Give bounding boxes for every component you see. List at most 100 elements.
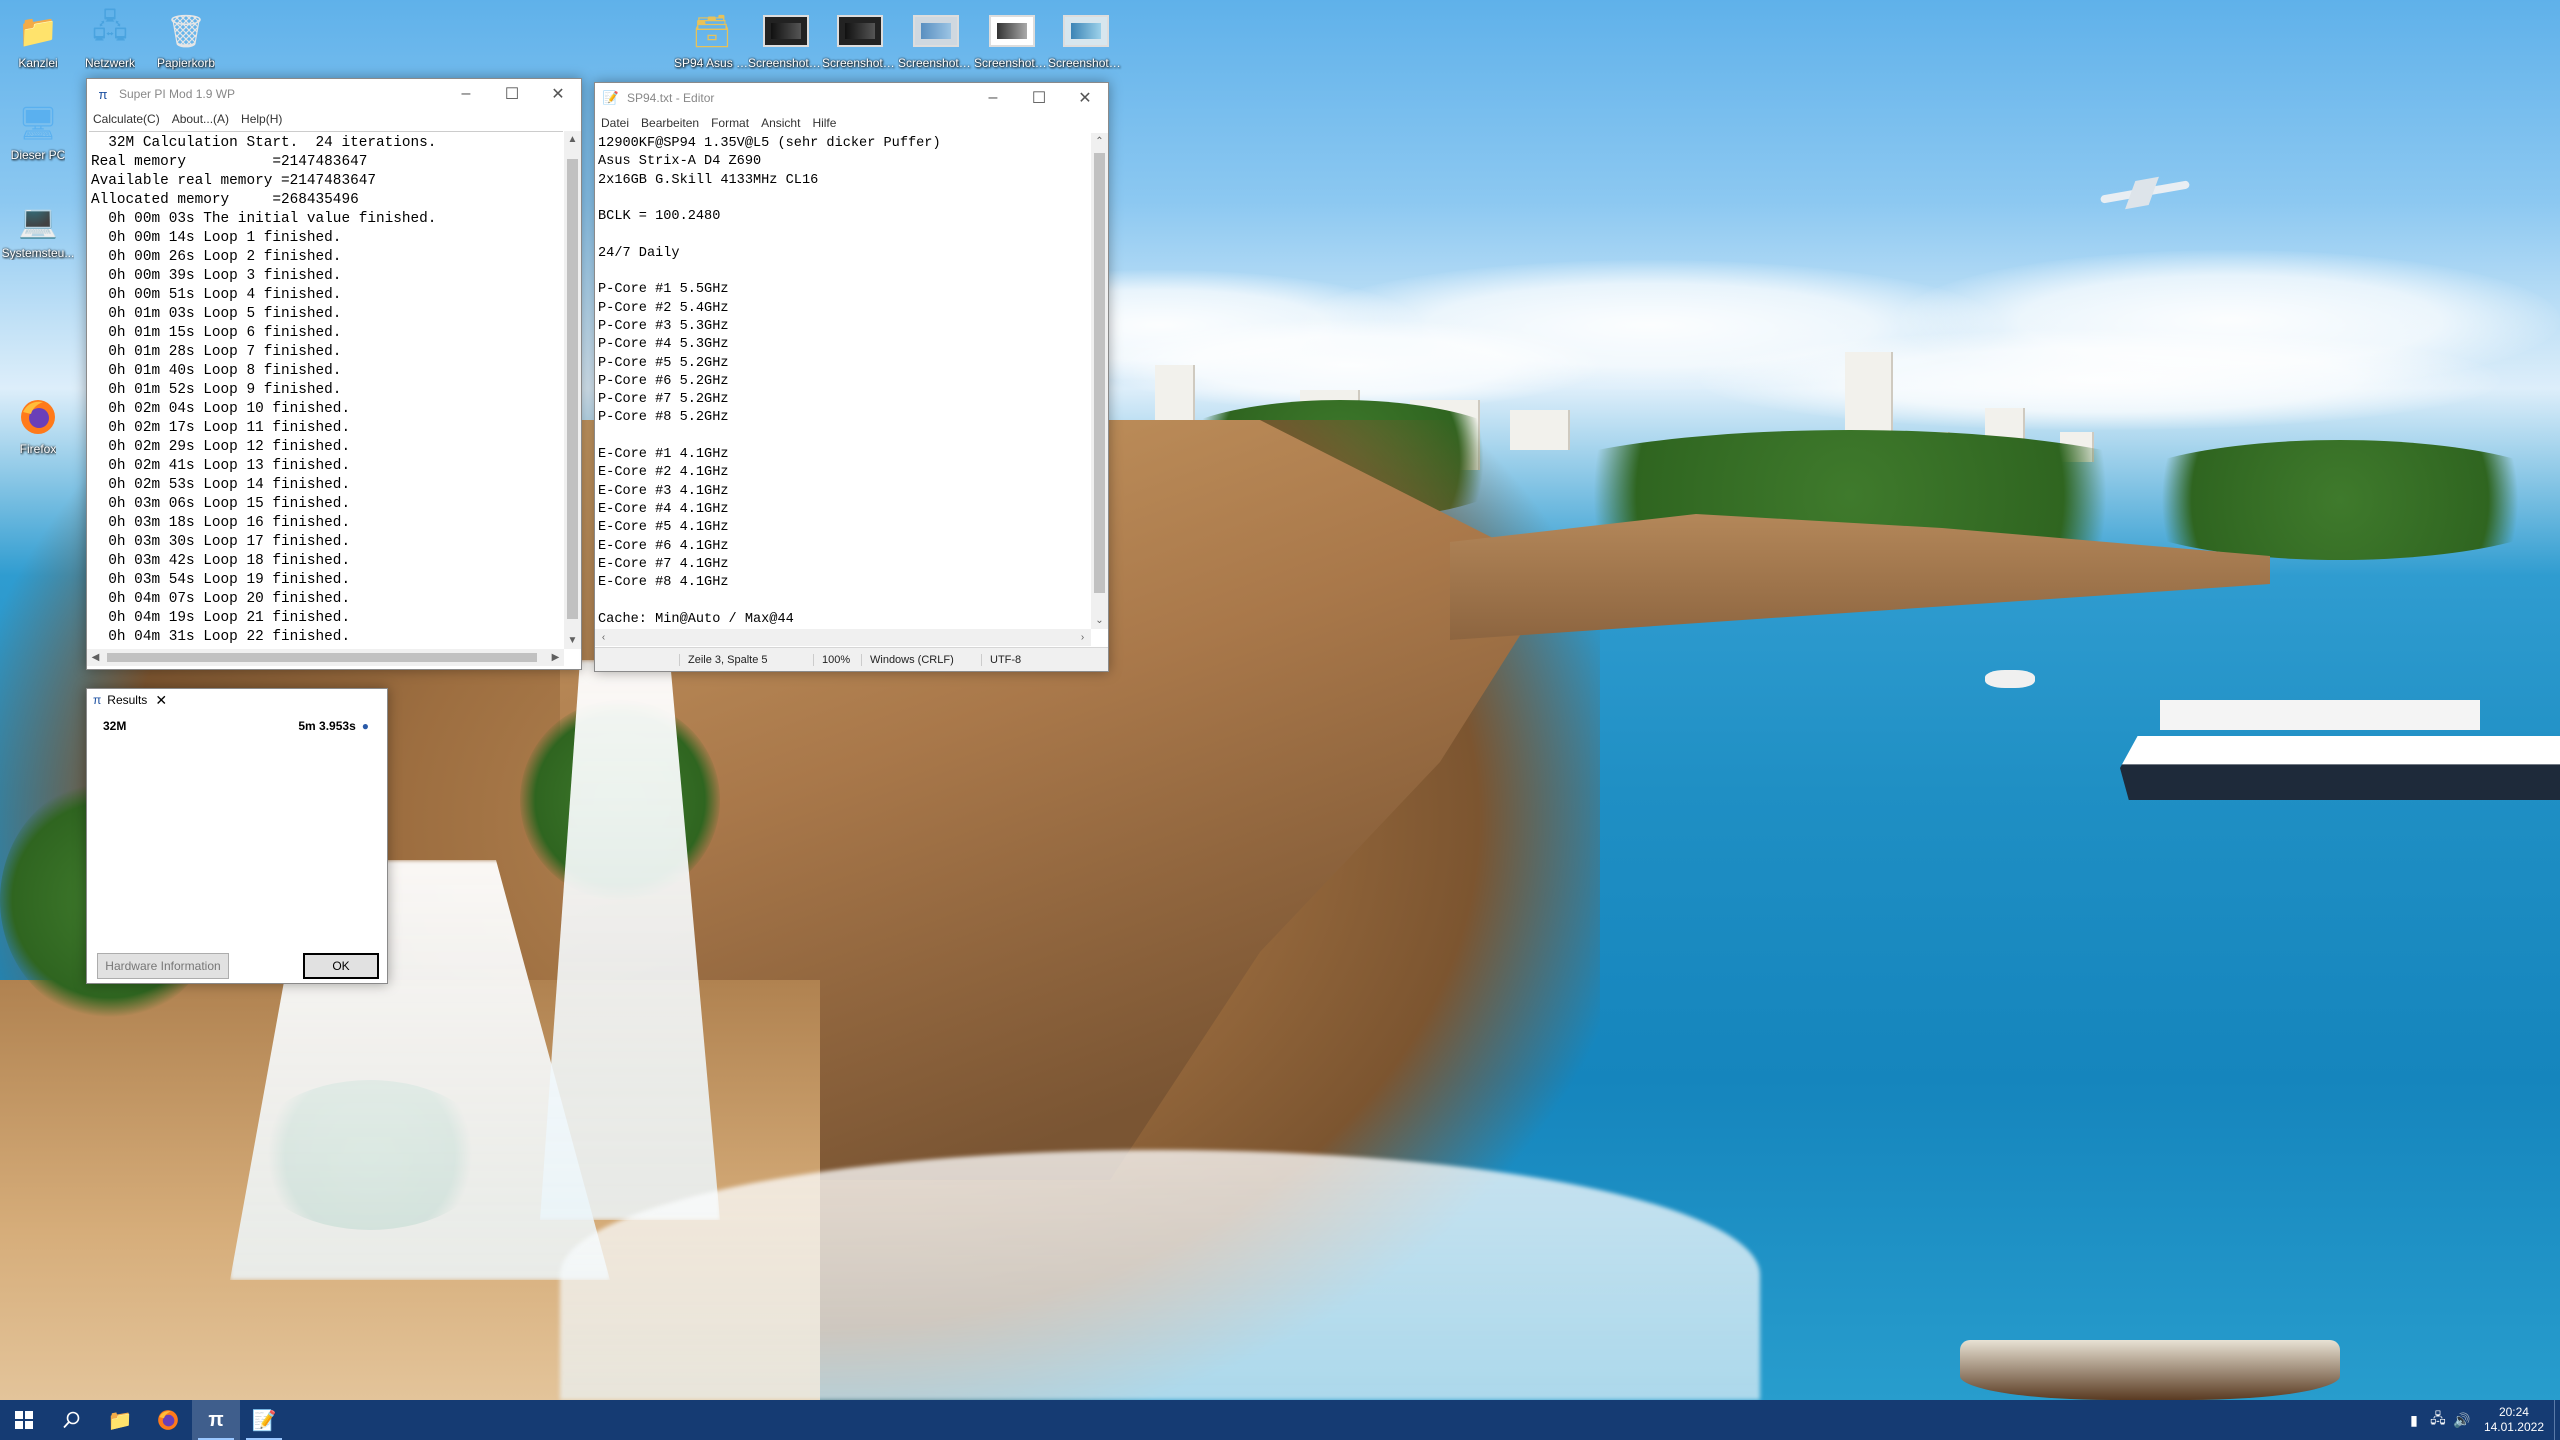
hardware-information-button[interactable]: Hardware Information [97,953,229,979]
desktop-icon-sp94-archive[interactable]: 🗃 SP94 Asus Strix [674,8,750,70]
scroll-up-arrow-icon[interactable]: ⌃ [1091,133,1108,150]
superpi-hscrollbar[interactable]: ◀ ▶ [87,649,564,666]
desktop-icon-label: Screenshot (5) [1048,56,1124,70]
text-line: E-Core #5 4.1GHz [598,520,729,536]
text-line: P-Core #7 5.2GHz [598,392,729,408]
editor-text: 12900KF@SP94 1.35V@L5 (sehr dicker Puffe… [596,133,1090,629]
desktop-icon-dieser-pc[interactable]: 🖥 Dieser PC [0,100,76,162]
desktop-icon-label: Screenshot (1) [748,56,824,70]
text-line: 0h 02m 04s Loop 10 finished. [91,401,351,417]
clock-date: 14.01.2022 [2483,1420,2544,1434]
text-line: 0h 00m 03s The initial value finished. [91,211,437,227]
screenshot-file-icon [989,8,1035,54]
scroll-right-arrow-icon[interactable]: ▶ [547,649,564,666]
desktop-icon-label: Papierkorb [156,56,216,70]
text-line: 0h 02m 53s Loop 14 finished. [91,477,351,493]
text-line: 0h 00m 14s Loop 1 finished. [91,230,342,246]
editor-hscrollbar[interactable]: ‹ › [595,629,1091,646]
window-title: SP94.txt - Editor [627,91,715,105]
text-line: P-Core #6 5.2GHz [598,373,729,389]
desktop-icon-screenshot-1[interactable]: Screenshot (1) [748,8,824,70]
taskbar-clock[interactable]: 20:24 14.01.2022 [2474,1405,2554,1435]
show-desktop-button[interactable] [2554,1400,2560,1440]
text-line [598,592,1088,610]
search-icon [63,1411,80,1429]
menu-about[interactable]: About...(A) [172,112,229,126]
scroll-left-arrow-icon[interactable]: ‹ [595,629,612,646]
search-button[interactable] [48,1400,96,1440]
desktop-icon-firefox[interactable]: Firefox [0,394,76,456]
status-zoom: 100% [813,653,861,666]
minimize-button[interactable]: – [970,83,1016,113]
desktop-icon-screenshot-4[interactable]: Screenshot (4) [974,8,1050,70]
network-icon[interactable]: 🖧 [2426,1408,2450,1432]
status-line-ending: Windows (CRLF) [861,653,981,666]
notepad-icon: 📝 [251,1409,277,1432]
taskbar-firefox[interactable] [144,1400,192,1440]
menu-calculate[interactable]: Calculate(C) [93,112,160,126]
close-button[interactable]: ✕ [535,79,581,109]
superpi-vscrollbar[interactable]: ▲ ▼ [564,131,581,649]
menu-bearbeiten[interactable]: Bearbeiten [641,116,699,130]
ok-button[interactable]: OK [303,953,379,979]
volume-icon[interactable]: 🔊 [2450,1412,2474,1429]
menu-hilfe[interactable]: Hilfe [812,116,836,130]
desktop-icon-systemsteuerung[interactable]: 💻 Systemsteu... [0,198,76,260]
scroll-thumb[interactable] [1094,153,1105,593]
editor-statusbar: Zeile 3, Spalte 5 100% Windows (CRLF) UT… [595,647,1108,671]
editor-text-area[interactable]: 12900KF@SP94 1.35V@L5 (sehr dicker Puffe… [596,133,1090,629]
taskbar-editor[interactable]: 📝 [240,1400,288,1440]
maximize-button[interactable]: ☐ [1016,83,1062,113]
editor-titlebar[interactable]: 📝 SP94.txt - Editor – ☐ ✕ [595,83,1108,113]
desktop-icon-kanzlei[interactable]: 📁 Kanzlei [0,8,76,70]
desktop-icon-netzwerk[interactable]: 🖧 Netzwerk [72,8,148,70]
close-button[interactable]: ✕ [147,692,175,709]
control-panel-icon: 💻 [18,203,58,239]
menu-datei[interactable]: Datei [601,116,629,130]
scroll-down-arrow-icon[interactable]: ⌄ [1091,612,1108,629]
results-titlebar[interactable]: π Results ✕ [87,689,387,711]
editor-vscrollbar[interactable]: ⌃ ⌄ [1091,133,1108,629]
battery-icon[interactable]: ▮ [2402,1412,2426,1429]
text-line: E-Core #1 4.1GHz [598,447,729,463]
scroll-thumb[interactable] [567,159,578,619]
text-line: 0h 03m 42s Loop 18 finished. [91,553,351,569]
desktop-icon-papierkorb[interactable]: 🗑 Papierkorb [148,8,224,70]
menu-format[interactable]: Format [711,116,749,130]
desktop-icon-screenshot-2[interactable]: Screenshot (2) [822,8,898,70]
text-line [598,263,1088,281]
window-title: Super PI Mod 1.9 WP [119,87,236,101]
start-button[interactable] [0,1400,48,1440]
close-button[interactable]: ✕ [1062,83,1108,113]
text-line [598,190,1088,208]
text-line [598,226,1088,244]
text-line: 0h 03m 18s Loop 16 finished. [91,515,351,531]
notepad-icon: 📝 [602,90,620,105]
desktop-icon-screenshot-5[interactable]: Screenshot (5) [1048,8,1124,70]
menu-help[interactable]: Help(H) [241,112,282,126]
text-line: Allocated memory =268435496 [91,192,359,208]
user-folder-icon: 📁 [18,13,58,49]
scroll-thumb[interactable] [107,653,537,662]
text-line: 0h 04m 19s Loop 21 finished. [91,610,351,626]
text-line: P-Core #3 5.3GHz [598,318,729,334]
scroll-right-arrow-icon[interactable]: › [1074,629,1091,646]
scroll-down-arrow-icon[interactable]: ▼ [564,632,581,649]
desktop-icon-label: Netzwerk [84,56,135,70]
superpi-titlebar[interactable]: π Super PI Mod 1.9 WP – ☐ ✕ [87,79,581,109]
text-line: 0h 03m 30s Loop 17 finished. [91,534,351,550]
network-icon: 🖧 [92,8,128,44]
scroll-up-arrow-icon[interactable]: ▲ [564,131,581,148]
screenshot-file-icon [763,8,809,54]
superpi-log[interactable]: 32M Calculation Start. 24 iterations. Rea… [89,131,563,649]
menu-ansicht[interactable]: Ansicht [761,116,800,130]
desktop-icon-screenshot-3[interactable]: Screenshot (3) [898,8,974,70]
status-encoding: UTF-8 [981,653,1081,666]
taskbar-superpi[interactable]: π [192,1400,240,1440]
minimize-button[interactable]: – [443,79,489,109]
taskbar-file-explorer[interactable]: 📁 [96,1400,144,1440]
maximize-button[interactable]: ☐ [489,79,535,109]
text-line: E-Core #4 4.1GHz [598,501,729,517]
scroll-left-arrow-icon[interactable]: ◀ [87,649,104,666]
text-line: 0h 01m 28s Loop 7 finished. [91,344,342,360]
